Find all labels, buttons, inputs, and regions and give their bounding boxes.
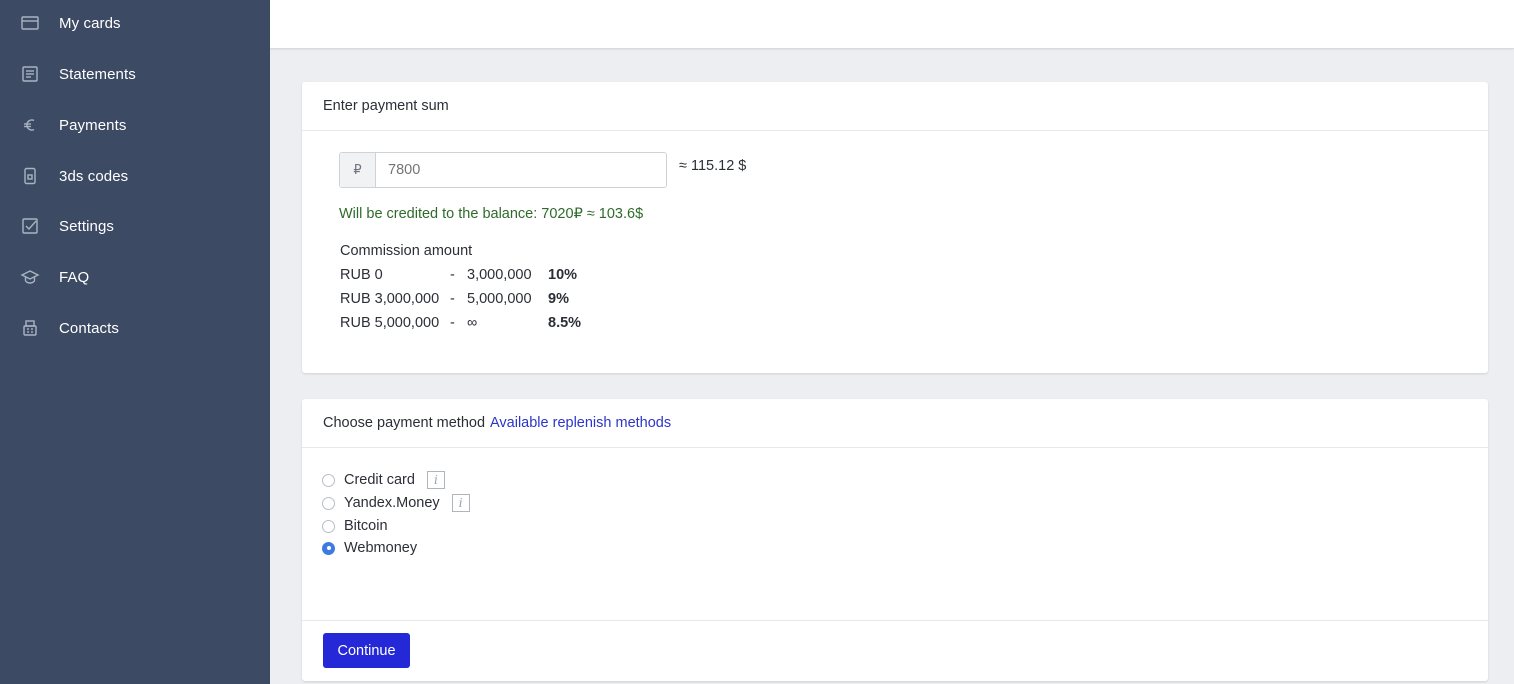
commission-rate: 9%	[548, 291, 569, 307]
fax-icon	[19, 317, 41, 339]
method-credit-card[interactable]: Credit card i	[322, 470, 445, 490]
method-label: Bitcoin	[344, 518, 388, 534]
payment-method-footer: Continue	[302, 620, 1488, 681]
sidebar-item-my-cards[interactable]: My cards	[0, 3, 270, 43]
commission-dash: -	[450, 315, 455, 331]
graduation-cap-icon	[19, 266, 41, 288]
radio-button[interactable]	[322, 473, 335, 487]
payment-sum-card: Enter payment sum ₽ ≈ 115.12 $ Will be c…	[302, 82, 1488, 373]
commission-to: 3,000,000	[467, 267, 532, 283]
sidebar-item-label: 3ds codes	[59, 167, 129, 185]
info-icon[interactable]: i	[426, 471, 445, 489]
top-bar	[270, 0, 1514, 49]
credited-balance-text: Will be credited to the balance: 7020₽ ≈…	[339, 206, 644, 222]
method-yandex-money[interactable]: Yandex.Money i	[322, 493, 470, 513]
radio-button-checked[interactable]	[322, 541, 335, 555]
commission-dash: -	[450, 267, 455, 283]
payment-sum-title: Enter payment sum	[323, 98, 449, 114]
checkbox-edit-icon	[19, 215, 41, 237]
commission-to: ∞	[467, 315, 478, 331]
info-icon[interactable]: i	[451, 494, 470, 512]
sidebar-item-label: Settings	[59, 217, 114, 235]
method-webmoney[interactable]: Webmoney	[322, 538, 417, 558]
payment-sum-header: Enter payment sum	[302, 82, 1488, 131]
sidebar-item-label: Statements	[59, 65, 136, 83]
sidebar-item-label: FAQ	[59, 268, 90, 286]
ruble-currency-addon: ₽	[340, 153, 376, 187]
sidebar-item-label: Contacts	[59, 319, 119, 337]
sidebar-item-contacts[interactable]: Contacts	[0, 308, 270, 348]
sidebar: My cards Statements Payments 3ds codes S…	[0, 0, 270, 684]
euro-icon	[19, 114, 41, 136]
sidebar-item-label: My cards	[59, 14, 121, 32]
radio-button[interactable]	[322, 496, 335, 510]
amount-input-group: ₽	[339, 152, 667, 188]
sidebar-item-3ds-codes[interactable]: 3ds codes	[0, 156, 270, 196]
commission-rate: 8.5%	[548, 315, 582, 331]
sidebar-item-faq[interactable]: FAQ	[0, 257, 270, 297]
method-label: Credit card	[344, 472, 415, 488]
commission-from: RUB 3,000,000	[340, 291, 440, 307]
commission-from: RUB 5,000,000	[340, 315, 440, 331]
credit-card-icon	[19, 12, 41, 34]
commission-dash: -	[450, 291, 455, 307]
phone-icon	[19, 165, 41, 187]
payment-method-title: Choose payment method	[323, 415, 486, 431]
continue-button[interactable]: Continue	[323, 633, 410, 668]
method-bitcoin[interactable]: Bitcoin	[322, 516, 388, 536]
method-label: Yandex.Money	[344, 495, 440, 511]
method-label: Webmoney	[344, 540, 418, 556]
payment-method-card: Choose payment method Available replenis…	[302, 399, 1488, 681]
payment-method-header: Choose payment method Available replenis…	[302, 399, 1488, 448]
radio-button[interactable]	[322, 519, 335, 533]
approx-usd-value: ≈ 115.12 $	[679, 158, 747, 174]
sidebar-item-payments[interactable]: Payments	[0, 105, 270, 145]
sidebar-item-label: Payments	[59, 116, 127, 134]
commission-rate: 10%	[548, 267, 578, 283]
commission-to: 5,000,000	[467, 291, 532, 307]
available-methods-link[interactable]: Available replenish methods	[490, 415, 671, 431]
commission-title: Commission amount	[340, 243, 473, 259]
commission-from: RUB 0	[340, 267, 383, 283]
amount-input[interactable]	[376, 153, 666, 187]
sidebar-item-settings[interactable]: Settings	[0, 206, 270, 246]
document-list-icon	[19, 63, 41, 85]
sidebar-item-statements[interactable]: Statements	[0, 54, 270, 94]
